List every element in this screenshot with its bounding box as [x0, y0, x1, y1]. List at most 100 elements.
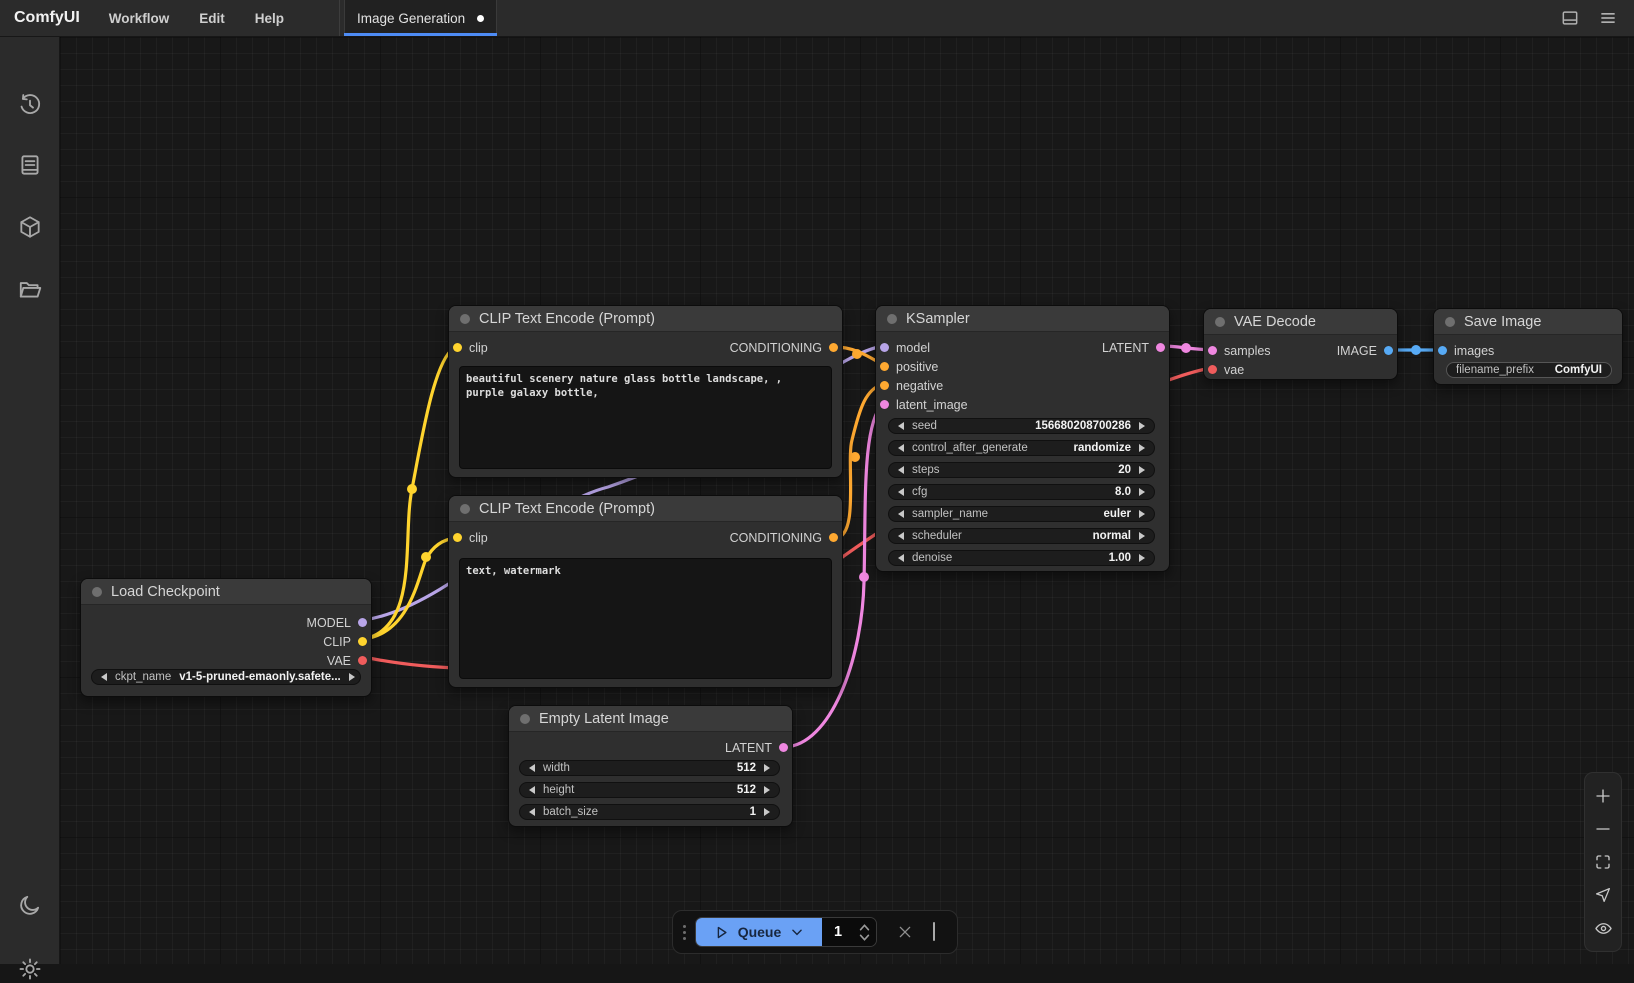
queue-button[interactable]: Queue [696, 918, 822, 946]
theme-toggle-moon-icon[interactable] [16, 891, 44, 919]
output-port-image[interactable] [1384, 346, 1393, 355]
prev-value-icon[interactable] [898, 532, 904, 540]
zoom-in-icon[interactable] [1592, 785, 1614, 807]
node-empty-latent-image[interactable]: Empty Latent Image LATENT width 512 heig… [508, 705, 793, 827]
prev-value-icon[interactable] [898, 554, 904, 562]
batch-count-input[interactable]: 1 [822, 918, 876, 946]
next-value-icon[interactable] [1139, 488, 1145, 496]
input-port-clip[interactable] [453, 533, 462, 542]
next-value-icon[interactable] [1139, 466, 1145, 474]
collapse-dot-icon[interactable] [1215, 317, 1225, 327]
next-value-icon[interactable] [349, 673, 355, 681]
node-save-image[interactable]: Save Image images filename_prefix ComfyU… [1433, 308, 1623, 385]
input-port-images[interactable] [1438, 346, 1447, 355]
output-port-clip[interactable] [358, 637, 367, 646]
input-port-positive[interactable] [880, 362, 889, 371]
settings-gear-icon[interactable] [16, 955, 44, 983]
bottom-panel-toggle-icon[interactable] [1558, 6, 1582, 30]
widget-width[interactable]: width 512 [519, 760, 780, 776]
widget-filename-prefix[interactable]: filename_prefix ComfyUI [1446, 362, 1612, 378]
output-port-vae[interactable] [358, 656, 367, 665]
widget-label: seed [912, 420, 937, 432]
prev-value-icon[interactable] [898, 510, 904, 518]
node-graph-canvas[interactable]: Load Checkpoint MODEL CLIP VAE ckpt_name… [60, 37, 1634, 964]
input-port-samples[interactable] [1208, 346, 1217, 355]
prev-value-icon[interactable] [898, 488, 904, 496]
output-port-conditioning[interactable] [829, 343, 838, 352]
history-icon[interactable] [16, 91, 44, 119]
prompt-textarea[interactable]: beautiful scenery nature glass bottle la… [459, 366, 832, 469]
collapse-dot-icon[interactable] [460, 504, 470, 514]
node-header[interactable]: CLIP Text Encode (Prompt) [449, 496, 842, 522]
toggle-link-visibility-eye-icon[interactable] [1592, 917, 1614, 939]
widget-denoise[interactable]: denoise 1.00 [888, 550, 1155, 566]
prev-value-icon[interactable] [898, 466, 904, 474]
menu-workflow[interactable]: Workflow [94, 0, 185, 36]
output-port-conditioning[interactable] [829, 533, 838, 542]
prev-value-icon[interactable] [101, 673, 107, 681]
node-header[interactable]: CLIP Text Encode (Prompt) [449, 306, 842, 332]
next-value-icon[interactable] [764, 764, 770, 772]
output-port-latent[interactable] [779, 743, 788, 752]
node-clip-text-encode-negative[interactable]: CLIP Text Encode (Prompt) clip CONDITION… [448, 495, 843, 688]
node-vae-decode[interactable]: VAE Decode samples IMAGE vae [1203, 308, 1398, 380]
hamburger-menu-icon[interactable] [1596, 6, 1620, 30]
prev-value-icon[interactable] [898, 422, 904, 430]
next-value-icon[interactable] [1139, 422, 1145, 430]
prev-value-icon[interactable] [529, 764, 535, 772]
output-port-latent[interactable] [1156, 343, 1165, 352]
node-ksampler[interactable]: KSampler model LATENT positive negative … [875, 305, 1170, 572]
node-clip-text-encode-positive[interactable]: CLIP Text Encode (Prompt) clip CONDITION… [448, 305, 843, 478]
node-header[interactable]: KSampler [876, 306, 1169, 332]
node-header[interactable]: Empty Latent Image [509, 706, 792, 732]
menu-help[interactable]: Help [240, 0, 299, 36]
step-up-icon[interactable] [859, 924, 870, 931]
menu-edit[interactable]: Edit [184, 0, 240, 36]
widget-scheduler[interactable]: scheduler normal [888, 528, 1155, 544]
widget-steps[interactable]: steps 20 [888, 462, 1155, 478]
widget-ckpt-name[interactable]: ckpt_name v1-5-pruned-emaonly.safete... [91, 669, 361, 685]
widget-sampler-name[interactable]: sampler_name euler [888, 506, 1155, 522]
next-value-icon[interactable] [1139, 554, 1145, 562]
prev-value-icon[interactable] [529, 786, 535, 794]
collapse-dot-icon[interactable] [887, 314, 897, 324]
collapse-dot-icon[interactable] [520, 714, 530, 724]
next-value-icon[interactable] [1139, 444, 1145, 452]
widget-control-after-generate[interactable]: control_after_generate randomize [888, 440, 1155, 456]
widget-height[interactable]: height 512 [519, 782, 780, 798]
select-cursor-icon[interactable] [1592, 884, 1614, 906]
input-port-vae[interactable] [1208, 365, 1217, 374]
fit-view-icon[interactable] [1592, 851, 1614, 873]
widget-seed[interactable]: seed 156680208700286 [888, 418, 1155, 434]
workflows-folder-icon[interactable] [16, 275, 44, 303]
node-library-icon[interactable] [16, 151, 44, 179]
next-value-icon[interactable] [764, 808, 770, 816]
collapse-dot-icon[interactable] [460, 314, 470, 324]
next-value-icon[interactable] [1139, 532, 1145, 540]
next-value-icon[interactable] [1139, 510, 1145, 518]
collapse-dot-icon[interactable] [92, 587, 102, 597]
input-port-negative[interactable] [880, 381, 889, 390]
widget-cfg[interactable]: cfg 8.0 [888, 484, 1155, 500]
next-value-icon[interactable] [764, 786, 770, 794]
node-header[interactable]: Save Image [1434, 309, 1622, 335]
step-down-icon[interactable] [859, 934, 870, 941]
node-header[interactable]: VAE Decode [1204, 309, 1397, 335]
drag-handle-icon[interactable] [683, 925, 686, 940]
model-library-icon[interactable] [16, 213, 44, 241]
widget-batch-size[interactable]: batch_size 1 [519, 804, 780, 820]
zoom-out-icon[interactable] [1592, 818, 1614, 840]
node-header[interactable]: Load Checkpoint [81, 579, 371, 605]
prev-value-icon[interactable] [898, 444, 904, 452]
input-port-model[interactable] [880, 343, 889, 352]
input-port-latent-image[interactable] [880, 400, 889, 409]
prompt-textarea[interactable]: text, watermark [459, 558, 832, 679]
input-port-clip[interactable] [453, 343, 462, 352]
collapse-dot-icon[interactable] [1445, 317, 1455, 327]
stop-icon[interactable] [933, 923, 935, 941]
node-load-checkpoint[interactable]: Load Checkpoint MODEL CLIP VAE ckpt_name… [80, 578, 372, 697]
clear-queue-icon[interactable] [897, 924, 913, 940]
output-port-model[interactable] [358, 618, 367, 627]
prev-value-icon[interactable] [529, 808, 535, 816]
tab-image-generation[interactable]: Image Generation [344, 0, 497, 36]
